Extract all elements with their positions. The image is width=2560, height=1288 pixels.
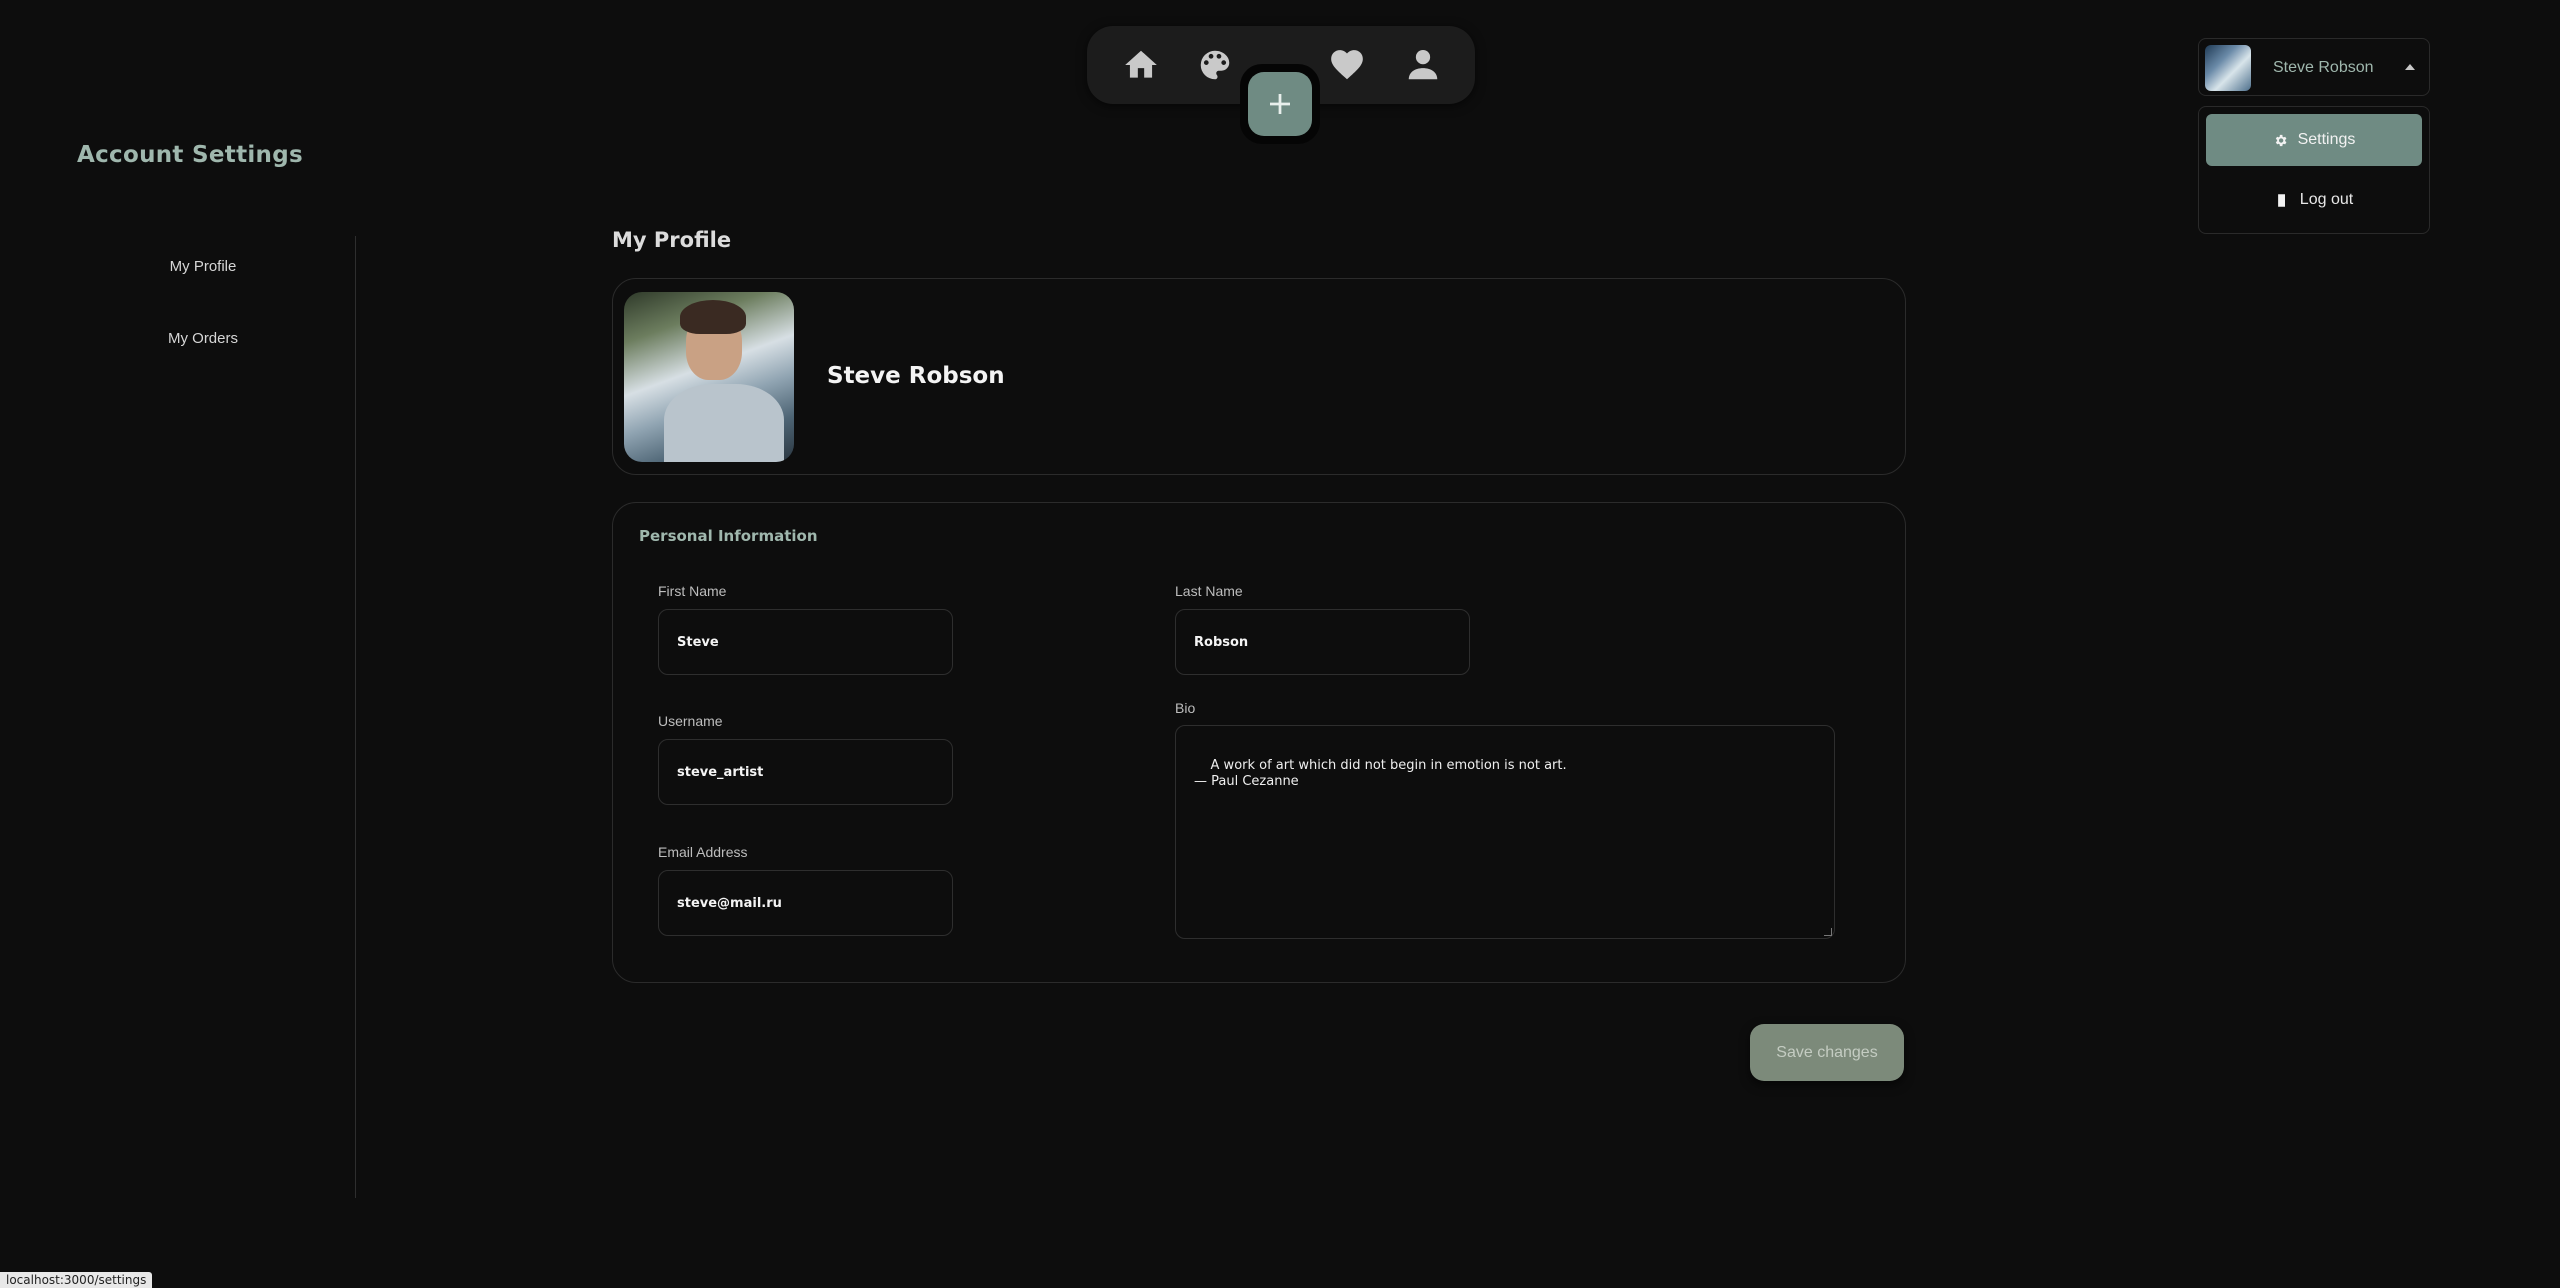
profile-card: Steve Robson — [612, 278, 1906, 475]
dropdown-item-settings-label: Settings — [2297, 131, 2356, 148]
resize-handle[interactable] — [1824, 928, 1832, 936]
first-name-field[interactable]: Steve — [658, 609, 953, 675]
dropdown-item-settings[interactable]: Settings — [2206, 114, 2422, 166]
add-button[interactable] — [1248, 72, 1312, 136]
add-button-wrapper — [1240, 64, 1320, 144]
profile-photo[interactable] — [624, 292, 794, 462]
palette-icon[interactable] — [1196, 46, 1234, 84]
heart-icon[interactable] — [1328, 46, 1366, 84]
user-menu-trigger[interactable]: Steve Robson — [2198, 38, 2430, 96]
save-changes-button[interactable]: Save changes — [1750, 1024, 1904, 1081]
plus-icon — [1270, 94, 1290, 114]
logout-icon — [2277, 193, 2285, 207]
last-name-label: Last Name — [1175, 583, 1243, 599]
profile-name: Steve Robson — [827, 363, 1005, 389]
personal-info-title: Personal Information — [639, 527, 818, 545]
dropdown-item-logout[interactable]: Log out — [2206, 174, 2422, 226]
sidebar-item-my-orders[interactable]: My Orders — [103, 330, 303, 347]
sidebar-divider — [355, 236, 356, 1198]
username-label: Username — [658, 713, 723, 729]
username-field[interactable]: steve_artist — [658, 739, 953, 805]
status-bar-url: localhost:3000/settings — [0, 1272, 153, 1288]
caret-up-icon — [2405, 64, 2415, 70]
email-field[interactable]: steve@mail.ru — [658, 870, 953, 936]
page-title: Account Settings — [77, 142, 303, 168]
user-icon[interactable] — [1404, 46, 1442, 84]
email-label: Email Address — [658, 844, 748, 860]
section-title: My Profile — [612, 228, 732, 252]
dropdown-item-logout-label: Log out — [2299, 191, 2354, 208]
sidebar-item-my-profile[interactable]: My Profile — [103, 258, 303, 275]
bio-textarea[interactable]: A work of art which did not begin in emo… — [1175, 725, 1835, 939]
bio-label: Bio — [1175, 700, 1196, 716]
first-name-label: First Name — [658, 583, 727, 599]
user-dropdown: Settings Log out — [2198, 106, 2430, 234]
last-name-field[interactable]: Robson — [1175, 609, 1470, 675]
avatar — [2205, 45, 2251, 91]
bio-text: A work of art which did not begin in emo… — [1194, 758, 1567, 789]
home-icon[interactable] — [1122, 46, 1160, 84]
gear-icon — [2275, 134, 2287, 146]
personal-info-card: Personal Information First Name Steve La… — [612, 502, 1906, 983]
user-menu-name: Steve Robson — [2273, 59, 2374, 76]
